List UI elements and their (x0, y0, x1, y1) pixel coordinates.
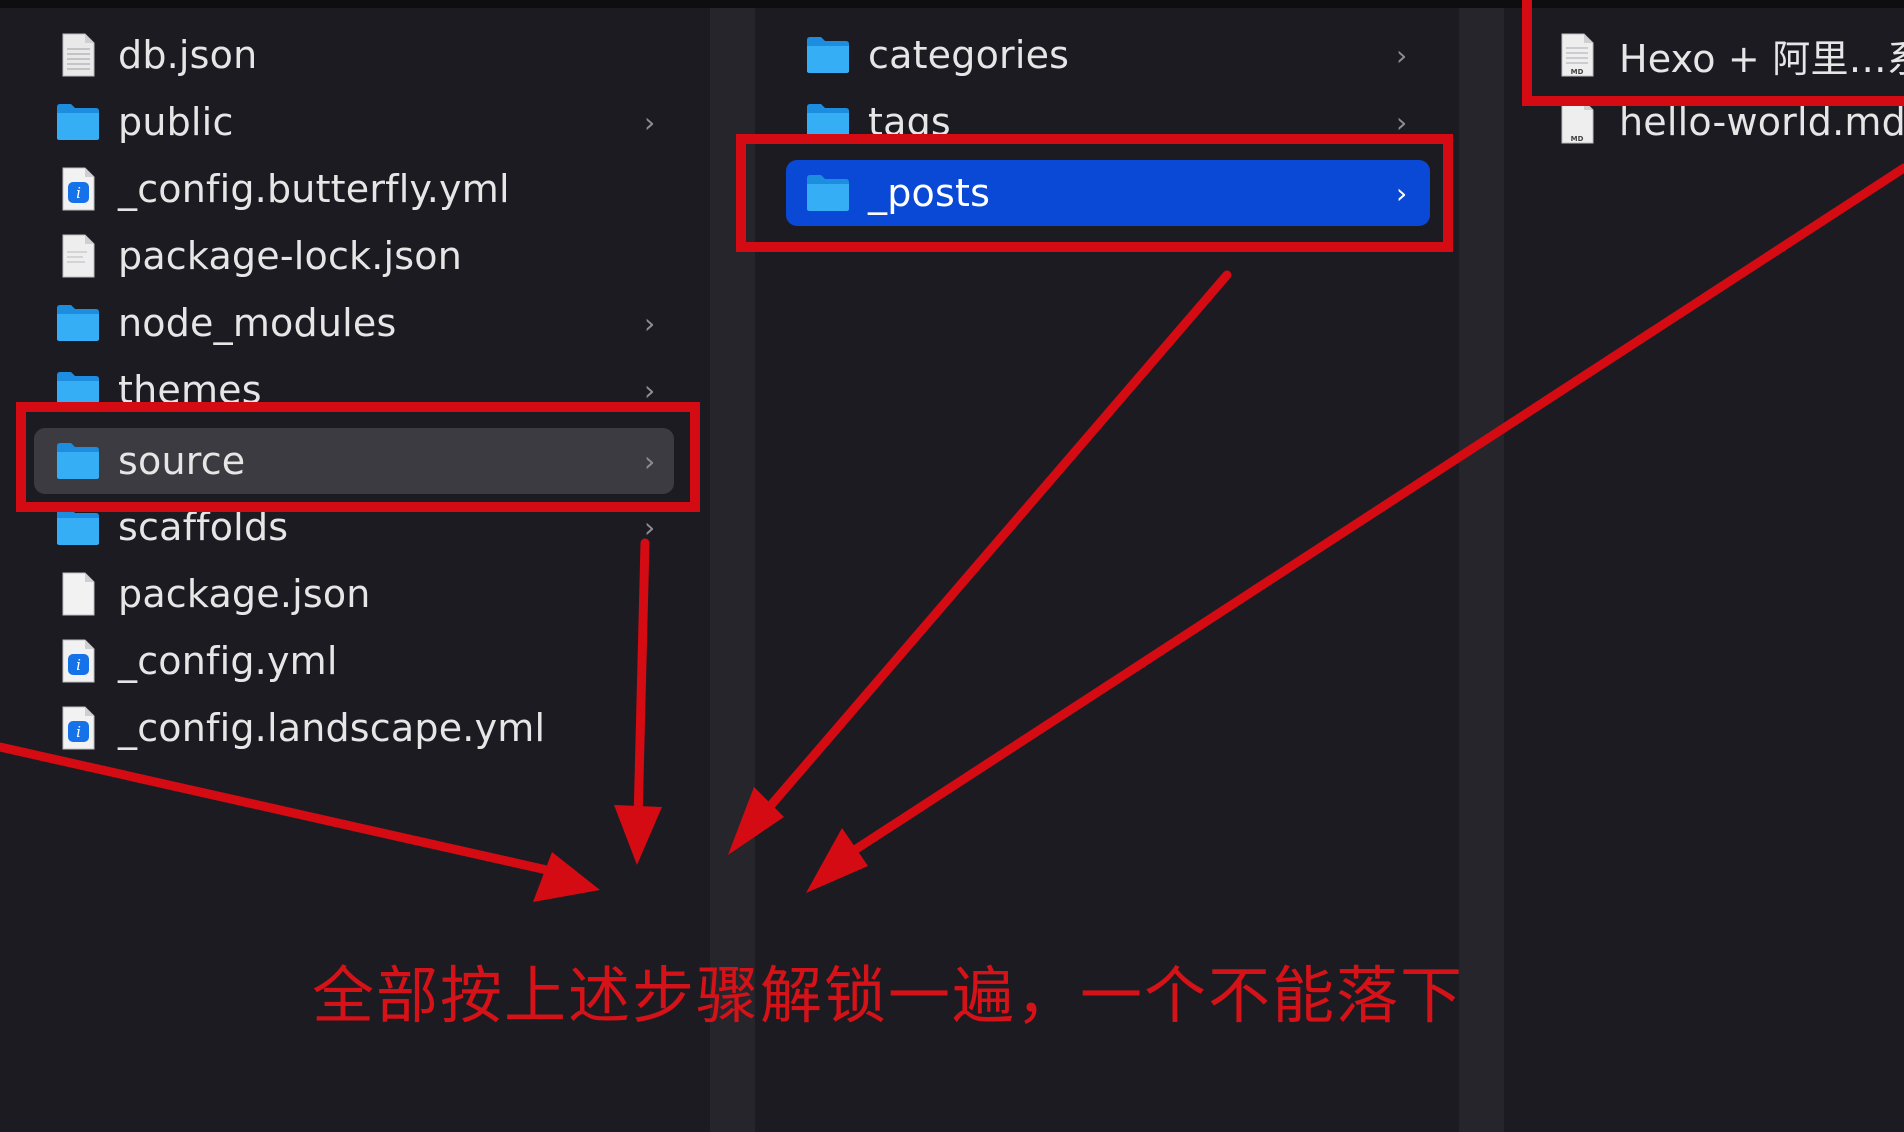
arrow-head (533, 852, 600, 902)
arrow-head (806, 828, 868, 893)
arrow-head (614, 805, 662, 865)
annotation-instruction: 全部按上述步骤解锁一遍，一个不能落下 (312, 959, 1465, 1032)
